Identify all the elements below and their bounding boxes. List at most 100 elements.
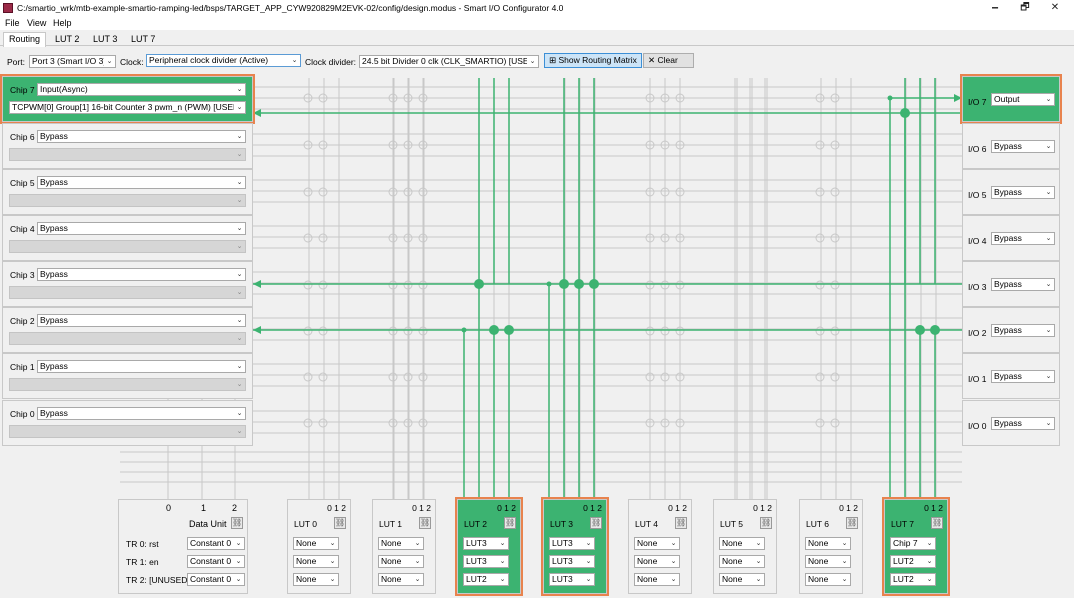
io-mode-select[interactable]: Bypass ⌄ bbox=[991, 232, 1055, 245]
link-icon[interactable]: ⛓ bbox=[419, 517, 431, 529]
chip-mode-select[interactable]: Bypass ⌄ bbox=[37, 222, 246, 235]
junction-node bbox=[388, 187, 398, 197]
lut-input-0-select[interactable]: None ⌄ bbox=[719, 537, 765, 550]
menu-view[interactable]: View bbox=[27, 18, 46, 28]
junction-node bbox=[403, 326, 413, 336]
lut-input-2-select[interactable]: None ⌄ bbox=[805, 573, 851, 586]
junction-node bbox=[660, 280, 670, 290]
du-input-0: 0 bbox=[166, 503, 172, 513]
close-button[interactable]: ✕ bbox=[1040, 1, 1070, 15]
link-icon[interactable]: ⛓ bbox=[504, 517, 516, 529]
junction-node bbox=[830, 372, 840, 382]
link-icon[interactable]: ⛓ bbox=[231, 517, 243, 529]
junction-node bbox=[675, 280, 685, 290]
chip-mode-select[interactable]: Bypass ⌄ bbox=[37, 176, 246, 189]
active-junction-node bbox=[887, 95, 893, 101]
link-icon[interactable]: ⛓ bbox=[931, 517, 943, 529]
lut-input-0-select[interactable]: None ⌄ bbox=[805, 537, 851, 550]
tr0-select[interactable]: Constant 0 ⌄ bbox=[187, 537, 245, 550]
tab-lut-2[interactable]: LUT 2 bbox=[49, 32, 85, 46]
chevron-down-icon: ⌄ bbox=[583, 538, 594, 549]
tab-routing[interactable]: Routing bbox=[3, 32, 47, 47]
lut-panel-7: 0 1 2 LUT 7 ⛓ Chip 7 ⌄ LUT2 ⌄ LUT2 ⌄ bbox=[882, 497, 950, 596]
lut-panel-1: 0 1 2 LUT 1 ⛓ None ⌄ None ⌄ None ⌄ bbox=[372, 499, 436, 594]
lut-input-1-select[interactable]: LUT3 ⌄ bbox=[463, 555, 509, 568]
lut-input-2-select[interactable]: None ⌄ bbox=[378, 573, 424, 586]
menu-file[interactable]: File bbox=[5, 18, 20, 28]
lut-name: LUT 6 bbox=[806, 519, 829, 529]
tr2-select[interactable]: Constant 0 ⌄ bbox=[187, 573, 245, 586]
lut-input-numbers: 0 1 2 bbox=[839, 503, 858, 513]
lut-input-2-select[interactable]: LUT2 ⌄ bbox=[463, 573, 509, 586]
link-icon[interactable]: ⛓ bbox=[334, 517, 346, 529]
lut-input-1-select[interactable]: None ⌄ bbox=[378, 555, 424, 568]
chip-signal-select[interactable]: TCPWM[0] Group[1] 16-bit Counter 3 pwm_n… bbox=[9, 101, 246, 114]
io-label: I/O 4 bbox=[968, 236, 987, 246]
lut-input-1-select[interactable]: LUT2 ⌄ bbox=[890, 555, 936, 568]
minimize-button[interactable]: 🗕 bbox=[980, 1, 1010, 15]
lut-input-0-select[interactable]: None ⌄ bbox=[378, 537, 424, 550]
chip-mode-select[interactable]: Bypass ⌄ bbox=[37, 268, 246, 281]
lut-input-1-select[interactable]: None ⌄ bbox=[805, 555, 851, 568]
chevron-down-icon: ⌄ bbox=[1043, 279, 1054, 290]
chip-mode-select[interactable]: Bypass ⌄ bbox=[37, 130, 246, 143]
io-mode-select[interactable]: Bypass ⌄ bbox=[991, 278, 1055, 291]
lut-input-2-select[interactable]: None ⌄ bbox=[293, 573, 339, 586]
io-mode-select[interactable]: Bypass ⌄ bbox=[991, 140, 1055, 153]
lut-input-0-select[interactable]: LUT3 ⌄ bbox=[463, 537, 509, 550]
chevron-down-icon: ⌄ bbox=[234, 149, 245, 160]
tr1-select[interactable]: Constant 0 ⌄ bbox=[187, 555, 245, 568]
junction-node bbox=[675, 418, 685, 428]
chevron-down-icon: ⌄ bbox=[234, 361, 245, 372]
tr2-label: TR 2: [UNUSED] bbox=[126, 575, 190, 585]
lut-input-0-select[interactable]: LUT3 ⌄ bbox=[549, 537, 595, 550]
active-junction-node bbox=[915, 325, 925, 335]
io-mode-select[interactable]: Output ⌄ bbox=[991, 93, 1055, 106]
chip-mode-select[interactable]: Bypass ⌄ bbox=[37, 314, 246, 327]
junction-node bbox=[388, 140, 398, 150]
io-mode-select[interactable]: Bypass ⌄ bbox=[991, 417, 1055, 430]
active-junction-node bbox=[589, 279, 599, 289]
junction-node bbox=[675, 140, 685, 150]
port-select[interactable]: Port 3 (Smart I/O 3) ⌄ bbox=[29, 55, 116, 68]
junction-node bbox=[403, 93, 413, 103]
lut-input-2-select[interactable]: LUT3 ⌄ bbox=[549, 573, 595, 586]
show-routing-matrix-button[interactable]: ⊞ Show Routing Matrix bbox=[544, 53, 642, 68]
chip-mode-select[interactable]: Bypass ⌄ bbox=[37, 407, 246, 420]
clock-label: Clock: bbox=[120, 57, 144, 67]
chip-label: Chip 7 bbox=[10, 85, 35, 95]
chip-mode-select[interactable]: Input(Async) ⌄ bbox=[37, 83, 246, 96]
lut-input-numbers: 0 1 2 bbox=[753, 503, 772, 513]
lut-input-0-select[interactable]: Chip 7 ⌄ bbox=[890, 537, 936, 550]
lut-input-0-select[interactable]: None ⌄ bbox=[634, 537, 680, 550]
menu-help[interactable]: Help bbox=[53, 18, 72, 28]
lut-input-1-select[interactable]: LUT3 ⌄ bbox=[549, 555, 595, 568]
active-junction-node bbox=[546, 281, 552, 287]
junction-node bbox=[418, 418, 428, 428]
chip-panel-7: Chip 7 Input(Async) ⌄ TCPWM[0] Group[1] 16-… bbox=[0, 74, 255, 124]
link-icon[interactable]: ⛓ bbox=[590, 517, 602, 529]
lut-input-0-select[interactable]: None ⌄ bbox=[293, 537, 339, 550]
chevron-down-icon: ⌄ bbox=[924, 556, 935, 567]
active-junction-node bbox=[461, 327, 467, 333]
tab-lut-7[interactable]: LUT 7 bbox=[125, 32, 161, 46]
link-icon[interactable]: ⛓ bbox=[846, 517, 858, 529]
clear-button[interactable]: ✕ Clear bbox=[643, 53, 694, 68]
io-mode-select[interactable]: Bypass ⌄ bbox=[991, 186, 1055, 199]
tab-lut-3[interactable]: LUT 3 bbox=[87, 32, 123, 46]
io-mode-select[interactable]: Bypass ⌄ bbox=[991, 324, 1055, 337]
io-label: I/O 7 bbox=[968, 97, 987, 107]
maximize-button[interactable]: 🗗 bbox=[1010, 1, 1040, 15]
clock-divider-select[interactable]: 24.5 bit Divider 0 clk (CLK_SMARTIO) [US… bbox=[359, 55, 539, 68]
link-icon[interactable]: ⛓ bbox=[760, 517, 772, 529]
chip-mode-select[interactable]: Bypass ⌄ bbox=[37, 360, 246, 373]
lut-input-1-select[interactable]: None ⌄ bbox=[293, 555, 339, 568]
io-mode-select[interactable]: Bypass ⌄ bbox=[991, 370, 1055, 383]
lut-input-2-select[interactable]: LUT2 ⌄ bbox=[890, 573, 936, 586]
link-icon[interactable]: ⛓ bbox=[675, 517, 687, 529]
lut-input-2-select[interactable]: None ⌄ bbox=[719, 573, 765, 586]
lut-input-2-select[interactable]: None ⌄ bbox=[634, 573, 680, 586]
lut-input-1-select[interactable]: None ⌄ bbox=[634, 555, 680, 568]
lut-input-1-select[interactable]: None ⌄ bbox=[719, 555, 765, 568]
clock-select[interactable]: Peripheral clock divider (Active) ⌄ bbox=[146, 54, 301, 67]
